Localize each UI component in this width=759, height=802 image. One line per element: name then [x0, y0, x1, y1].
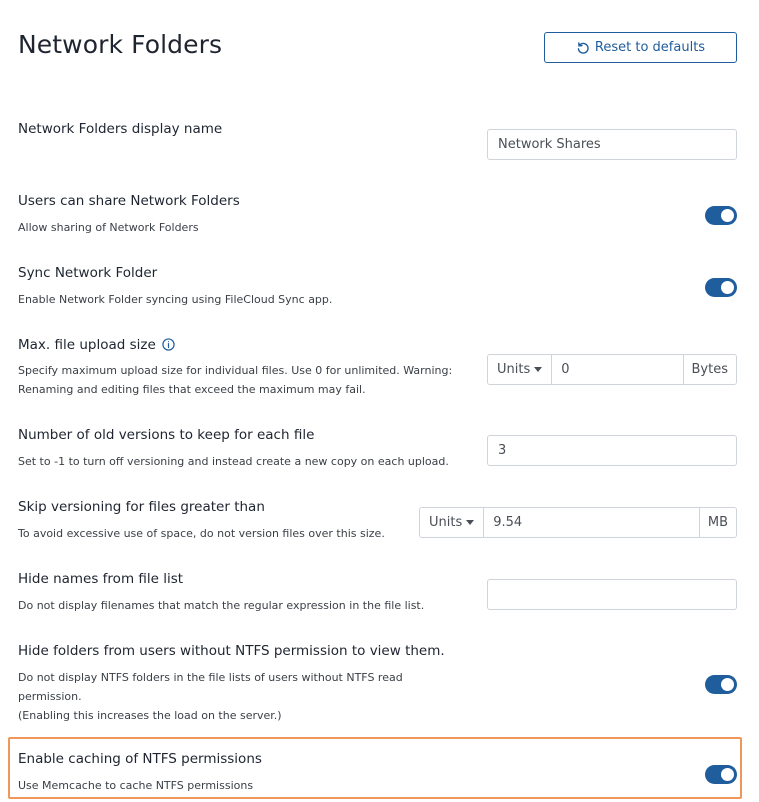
- max-upload-label: Max. file upload size: [18, 337, 175, 353]
- units-label: Units: [497, 362, 531, 377]
- caret-down-icon: [466, 520, 475, 525]
- sync-toggle[interactable]: [705, 278, 737, 297]
- skip-versioning-suffix: MB: [698, 508, 736, 537]
- display-name-label: Network Folders display name: [18, 121, 223, 137]
- sync-description: Enable Network Folder syncing using File…: [18, 293, 333, 306]
- old-versions-label: Number of old versions to keep for each …: [18, 427, 315, 443]
- users-share-description: Allow sharing of Network Folders: [18, 221, 199, 234]
- skip-versioning-label: Skip versioning for files greater than: [18, 499, 265, 515]
- hide-folders-description: Do not display NTFS folders in the file …: [18, 668, 403, 725]
- page-title: Network Folders: [18, 30, 223, 59]
- hide-names-label: Hide names from file list: [18, 571, 184, 587]
- hide-folders-toggle[interactable]: [705, 675, 737, 694]
- skip-versioning-units-dropdown[interactable]: Units: [420, 508, 485, 537]
- display-name-input[interactable]: [487, 129, 737, 160]
- toggle-knob: [721, 281, 734, 294]
- reset-icon: [577, 41, 589, 54]
- units-label: Units: [429, 515, 463, 530]
- users-share-label: Users can share Network Folders: [18, 193, 240, 209]
- toggle-knob: [721, 768, 734, 781]
- max-upload-input[interactable]: [552, 355, 683, 384]
- caret-down-icon: [534, 367, 543, 372]
- ntfs-cache-description: Use Memcache to cache NTFS permissions: [18, 779, 254, 792]
- max-upload-label-text: Max. file upload size: [18, 337, 156, 353]
- ntfs-cache-toggle[interactable]: [705, 765, 737, 784]
- hide-names-description: Do not display filenames that match the …: [18, 599, 425, 612]
- max-upload-description: Specify maximum upload size for individu…: [18, 361, 452, 399]
- info-icon[interactable]: [162, 338, 175, 351]
- users-share-toggle[interactable]: [705, 206, 737, 225]
- hide-folders-label: Hide folders from users without NTFS per…: [18, 643, 445, 659]
- max-upload-units-dropdown[interactable]: Units: [488, 355, 553, 384]
- skip-versioning-description: To avoid excessive use of space, do not …: [18, 527, 385, 540]
- skip-versioning-input[interactable]: [484, 508, 699, 537]
- max-upload-description-line2: Renaming and editing files that exceed t…: [18, 383, 366, 396]
- hide-folders-description-line1: Do not display NTFS folders in the file …: [18, 671, 403, 684]
- hide-names-input[interactable]: [487, 579, 737, 610]
- ntfs-cache-label: Enable caching of NTFS permissions: [18, 751, 262, 767]
- max-upload-input-group: Units Bytes: [487, 354, 737, 385]
- reset-button-label: Reset to defaults: [594, 40, 706, 55]
- old-versions-input[interactable]: [487, 435, 737, 466]
- reset-to-defaults-button[interactable]: Reset to defaults: [544, 32, 737, 63]
- sync-label: Sync Network Folder: [18, 265, 158, 281]
- toggle-knob: [721, 678, 734, 691]
- toggle-knob: [721, 209, 734, 222]
- max-upload-description-line1: Specify maximum upload size for individu…: [18, 364, 453, 377]
- hide-folders-description-line2: permission.: [18, 690, 82, 703]
- skip-versioning-input-group: Units MB: [419, 507, 737, 538]
- old-versions-description: Set to -1 to turn off versioning and ins…: [18, 455, 449, 468]
- max-upload-suffix: Bytes: [682, 355, 736, 384]
- hide-folders-description-line3: (Enabling this increases the load on the…: [18, 709, 282, 722]
